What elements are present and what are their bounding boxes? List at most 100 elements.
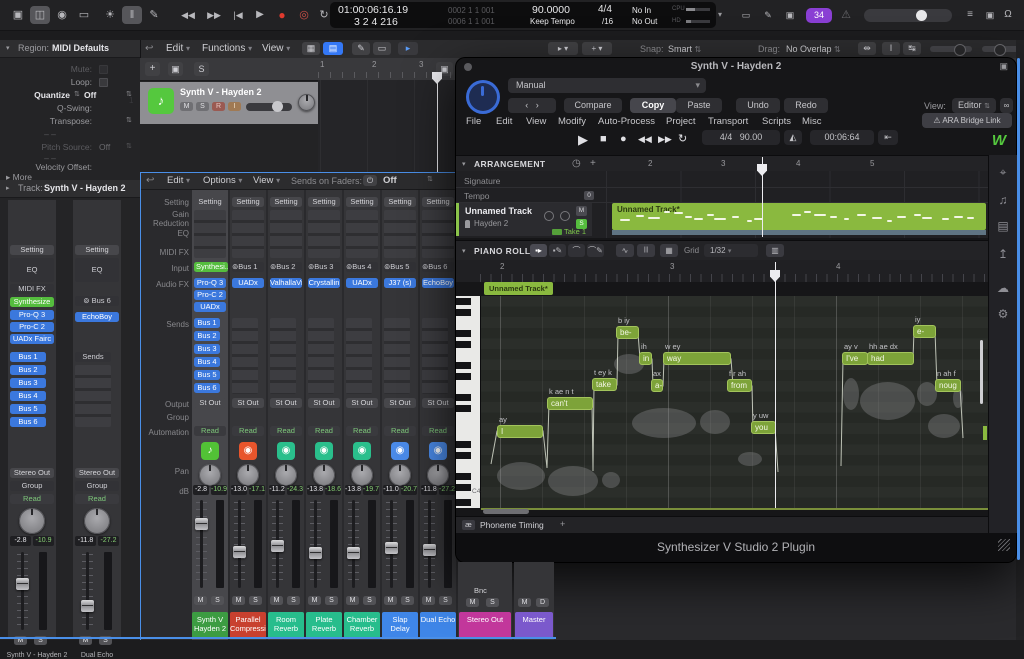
sends-label[interactable]: Sends (75, 352, 111, 362)
mute-button[interactable]: M (518, 598, 531, 607)
phoneme-label[interactable]: iy (915, 315, 920, 324)
menubar-badge[interactable]: 34 (806, 8, 832, 23)
plugin-titlebar[interactable]: Synth V - Hayden 2 ▣ (456, 58, 1016, 76)
output-button[interactable]: Stereo Out (75, 468, 119, 478)
functions-menu[interactable]: Functions ▾ (202, 40, 252, 58)
audio-fx-slot[interactable]: Pro-Q 3 (194, 278, 226, 288)
export-icon[interactable]: ↥ (990, 247, 1016, 261)
setting-button[interactable]: Setting (270, 197, 302, 207)
peak-db-value[interactable]: -17.1 (249, 485, 265, 495)
drag-menu[interactable]: No Overlap ⇅ (786, 40, 841, 59)
lyric-note[interactable]: a- (651, 379, 663, 392)
mixer-strip[interactable]: Setting⊚Bus 1UADx E...St OutRead◉-13.0-1… (230, 190, 266, 640)
black-key[interactable] (456, 341, 471, 348)
secondary-tool-button[interactable]: + ▾ (582, 42, 612, 55)
waveform-tool-icon[interactable]: ||| (637, 244, 655, 257)
horizontal-zoom-icon[interactable]: ↹ (903, 42, 921, 55)
channel-icon[interactable]: ◉ (353, 442, 371, 460)
send-slot[interactable]: Bus 4 (194, 357, 220, 367)
quantize-stepper-icon[interactable]: ⇅ (74, 90, 80, 98)
channel-name[interactable]: Dual Echo (420, 612, 456, 639)
fader-cap[interactable] (347, 547, 360, 559)
pan-knob[interactable] (237, 464, 259, 486)
preset-dropdown[interactable]: Manual▾ (508, 78, 706, 93)
forward-button[interactable]: ▶▶ (202, 6, 226, 24)
region-loop-strip[interactable] (612, 230, 986, 235)
peak-db-value[interactable]: -27.2 (98, 536, 119, 546)
pip-icon[interactable]: ▣ (999, 61, 1008, 72)
plugin-menu-project[interactable]: Project (666, 116, 696, 127)
lyric-note[interactable]: way (663, 352, 731, 365)
mixer-view-icon[interactable]: ‖ (122, 6, 142, 24)
redo-button[interactable]: Redo (784, 98, 828, 113)
vertical-scrollbar[interactable] (1017, 58, 1020, 560)
channel-name[interactable]: Synth V Hayden 2 (192, 612, 228, 639)
pan-knob[interactable] (199, 464, 221, 486)
automation-mode-button[interactable]: Read (346, 426, 378, 436)
library-card-icon[interactable]: ▤ (990, 219, 1016, 233)
plugin-menu-file[interactable]: File (466, 116, 481, 127)
solo-button[interactable]: S (486, 598, 499, 607)
volume-db-value[interactable]: -11.0 (383, 485, 399, 495)
play-button[interactable]: ▶ (250, 6, 270, 24)
solo-button[interactable]: S (287, 596, 300, 605)
vertical-zoom-icon[interactable]: I (882, 42, 900, 55)
mixer-view-menu[interactable]: View ▾ (253, 172, 280, 190)
mixer-edit-menu[interactable]: Edit ▾ (167, 172, 190, 190)
channel-name[interactable]: Chamber Reverb (344, 612, 380, 639)
peak-db-value[interactable]: -27.2 (439, 485, 455, 495)
capture-record-icon[interactable]: ◎ (294, 6, 314, 24)
solo-button[interactable]: S (249, 596, 262, 605)
eq-midi-fx-slots[interactable] (270, 210, 302, 258)
tempo-row-label[interactable]: Tempo (464, 191, 490, 201)
audio-fx-slot[interactable]: Pro-Q 3 (10, 310, 54, 320)
instrument-slot[interactable]: Synthesize (10, 297, 54, 307)
volume-fader[interactable] (348, 500, 376, 588)
channel-icon[interactable]: ◉ (239, 442, 257, 460)
output-button[interactable]: St Out (232, 398, 264, 408)
eq-midi-fx-slots[interactable] (232, 210, 264, 258)
plugin-menu-scripts[interactable]: Scripts (762, 116, 791, 127)
setting-button[interactable]: Setting (194, 197, 226, 207)
black-key[interactable] (456, 394, 471, 401)
panel-tool-icon[interactable]: ▦ (660, 244, 678, 257)
input-slot[interactable]: ⊚Bus 3 (308, 262, 340, 272)
plugin-menu-view[interactable]: View (526, 116, 546, 127)
input-slot[interactable]: ⊚Bus 4 (346, 262, 378, 272)
phoneme-label[interactable]: t ey k (594, 368, 612, 377)
track-inspector-header[interactable]: ▸ Track: Synth V - Hayden 2 (0, 180, 140, 198)
empty-send-slots[interactable] (384, 318, 410, 394)
volume-fader[interactable] (424, 500, 452, 588)
send-slot[interactable]: Bus 1 (194, 318, 220, 328)
vertical-zoom-slider[interactable] (930, 46, 972, 52)
mute-button[interactable]: M (232, 596, 245, 605)
black-key[interactable] (456, 452, 471, 459)
plugin-menu-modify[interactable]: Modify (558, 116, 586, 127)
stop-button[interactable]: ■ (600, 133, 607, 145)
rewind-button[interactable]: ◀◀ (176, 6, 200, 24)
envelope-tool-icon[interactable]: ∿ (616, 244, 634, 257)
volume-fader[interactable] (310, 500, 338, 588)
select-tool-icon[interactable]: ▪▸ (530, 244, 547, 257)
automation-mode-button[interactable]: Read (422, 426, 454, 436)
lyric-note[interactable]: in (639, 352, 652, 365)
no-overlap-icon[interactable]: ▭ (736, 6, 756, 24)
output-button[interactable]: St Out (308, 398, 340, 408)
eq-midi-fx-slots[interactable] (384, 210, 416, 258)
track-volume-slider[interactable] (246, 103, 292, 111)
tempo-badge[interactable]: 0 (584, 191, 594, 200)
pan-knob[interactable] (560, 211, 570, 221)
track-icon[interactable]: ♪ (148, 88, 174, 114)
channel-icon[interactable]: ◉ (429, 442, 447, 460)
add-phoneme-icon[interactable]: + (560, 519, 565, 529)
plugin-menu-auto-process[interactable]: Auto-Process (598, 116, 655, 127)
lyric-note[interactable]: I've (842, 352, 868, 365)
automation-mode-button[interactable]: Read (308, 426, 340, 436)
lyric-note[interactable]: noug (935, 379, 961, 392)
automation-mode-button[interactable]: Read (194, 426, 226, 436)
link-icon[interactable]: ∞ (1000, 98, 1013, 113)
catch-playhead-icon[interactable]: ▸ (398, 42, 418, 55)
back-icon[interactable]: ↩ (146, 172, 154, 190)
pr-region-tag[interactable]: Unnamed Track* (484, 282, 553, 295)
setting-button[interactable]: Setting (10, 245, 54, 255)
